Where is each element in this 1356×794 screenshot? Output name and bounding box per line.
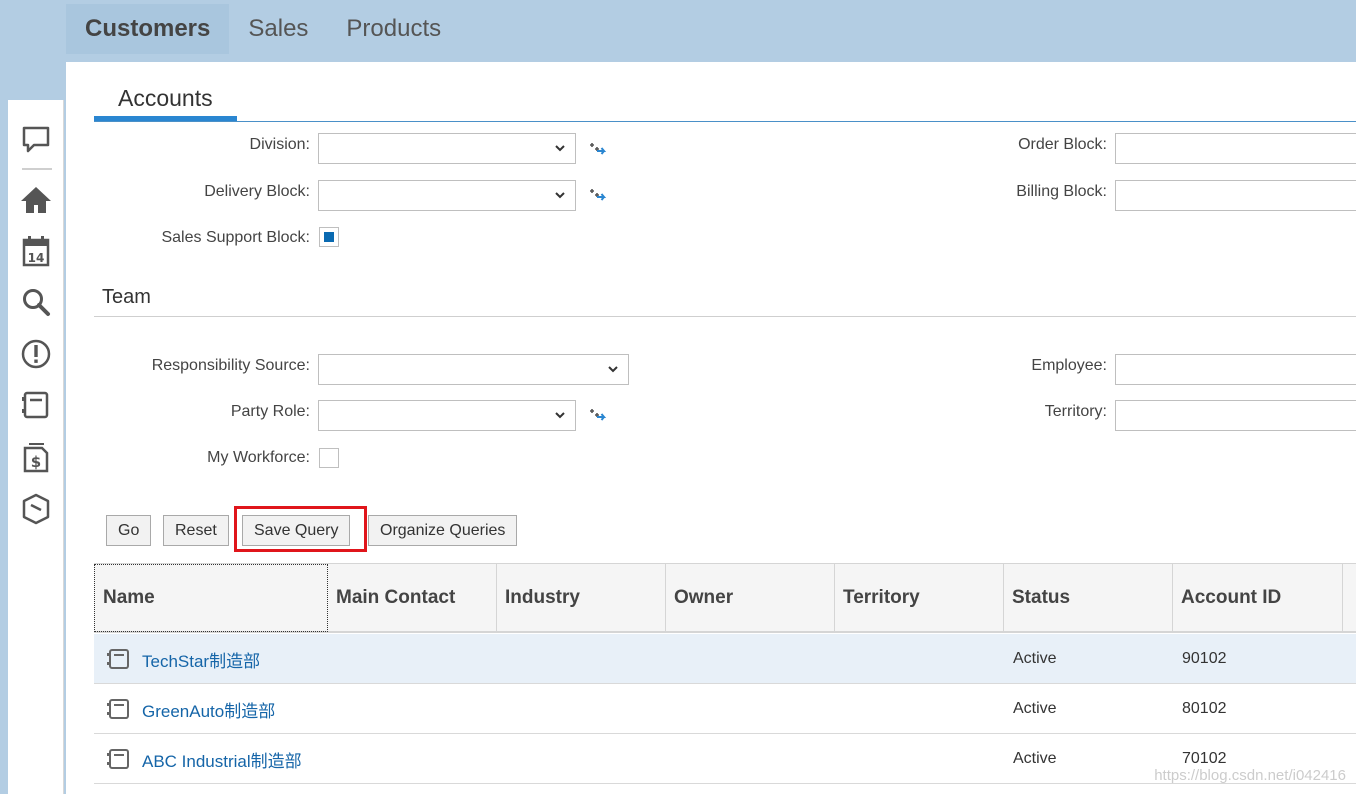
- responsibility-source-select[interactable]: [318, 354, 629, 385]
- save-query-highlight-box: [234, 506, 367, 552]
- employee-label: Employee:: [1031, 357, 1107, 374]
- column-header-name[interactable]: Name: [94, 564, 328, 632]
- alert-icon[interactable]: [20, 338, 52, 370]
- tab-customers[interactable]: Customers: [66, 4, 230, 54]
- sales-symbol-text: $: [31, 453, 41, 471]
- territory-input[interactable]: [1115, 400, 1356, 431]
- add-value-icon[interactable]: [586, 405, 610, 425]
- table-header: Name Main Contact Industry Owner Territo…: [94, 563, 1356, 633]
- worklist-icon[interactable]: [20, 389, 52, 421]
- account-id-cell: 80102: [1182, 700, 1227, 717]
- chevron-down-icon: [555, 145, 565, 152]
- billing-block-select[interactable]: [1115, 180, 1356, 211]
- account-icon: [107, 649, 129, 669]
- account-name-link[interactable]: ABC Industrial制造部: [142, 734, 302, 784]
- chevron-down-icon: [608, 366, 618, 373]
- organize-queries-button[interactable]: Organize Queries: [368, 515, 518, 546]
- delivery-block-label: Delivery Block:: [204, 183, 310, 200]
- chevron-down-icon: [555, 192, 565, 199]
- sales-support-block-label: Sales Support Block:: [161, 229, 310, 246]
- status-cell: Active: [1013, 650, 1057, 667]
- territory-label: Territory:: [1044, 403, 1107, 420]
- team-section-divider: [94, 316, 1356, 317]
- reset-button[interactable]: Reset: [163, 515, 229, 546]
- add-value-icon[interactable]: [586, 139, 610, 159]
- column-header-industry[interactable]: Industry: [497, 564, 666, 632]
- tab-products[interactable]: Products: [327, 4, 460, 54]
- order-block-label: Order Block:: [1018, 136, 1107, 153]
- status-cell: Active: [1013, 700, 1057, 717]
- feed-icon[interactable]: [20, 124, 52, 156]
- my-workforce-checkbox[interactable]: [319, 448, 339, 468]
- go-button[interactable]: Go: [106, 515, 152, 546]
- column-header-account-id[interactable]: Account ID: [1173, 564, 1343, 632]
- main-panel: Accounts Division: Order Block: Delivery…: [66, 62, 1356, 794]
- table-row[interactable]: TechStar制造部 Active 90102: [94, 634, 1356, 684]
- calendar-day-text: 14: [28, 251, 45, 265]
- subtab-accounts[interactable]: Accounts: [94, 74, 237, 122]
- delivery-block-select[interactable]: [318, 180, 576, 211]
- calendar-icon[interactable]: 14: [20, 235, 52, 267]
- account-name-link[interactable]: GreenAuto制造部: [142, 684, 275, 734]
- account-icon: [107, 749, 129, 769]
- sales-support-block-checkbox[interactable]: [319, 227, 339, 247]
- employee-input[interactable]: [1115, 354, 1356, 385]
- left-rail: 14 $: [8, 100, 64, 794]
- my-workforce-label: My Workforce:: [207, 449, 310, 466]
- team-section-title: Team: [102, 286, 151, 308]
- order-block-select[interactable]: [1115, 133, 1356, 164]
- top-nav: Customers Sales Products: [66, 0, 460, 54]
- billing-block-label: Billing Block:: [1016, 183, 1107, 200]
- rail-divider: [22, 168, 52, 170]
- party-role-select[interactable]: [318, 400, 576, 431]
- division-label: Division:: [249, 136, 310, 153]
- column-header-status[interactable]: Status: [1004, 564, 1173, 632]
- table-row[interactable]: GreenAuto制造部 Active 80102: [94, 684, 1356, 734]
- column-header-territory[interactable]: Territory: [835, 564, 1004, 632]
- sales-icon[interactable]: $: [20, 441, 52, 473]
- account-id-cell: 90102: [1182, 650, 1227, 667]
- product-icon[interactable]: [20, 493, 52, 525]
- watermark-text: https://blog.csdn.net/i042416: [1154, 767, 1346, 784]
- status-cell: Active: [1013, 750, 1057, 767]
- subtab-divider: [94, 121, 1356, 122]
- division-select[interactable]: [318, 133, 576, 164]
- tab-sales[interactable]: Sales: [229, 4, 327, 54]
- column-header-owner[interactable]: Owner: [666, 564, 835, 632]
- account-icon: [107, 699, 129, 719]
- chevron-down-icon: [555, 412, 565, 419]
- search-icon[interactable]: [20, 286, 52, 318]
- responsibility-source-label: Responsibility Source:: [151, 357, 310, 374]
- home-icon[interactable]: [20, 184, 52, 216]
- add-value-icon[interactable]: [586, 185, 610, 205]
- account-name-link[interactable]: TechStar制造部: [142, 634, 260, 684]
- column-header-main-contact[interactable]: Main Contact: [328, 564, 497, 632]
- party-role-label: Party Role:: [230, 403, 310, 420]
